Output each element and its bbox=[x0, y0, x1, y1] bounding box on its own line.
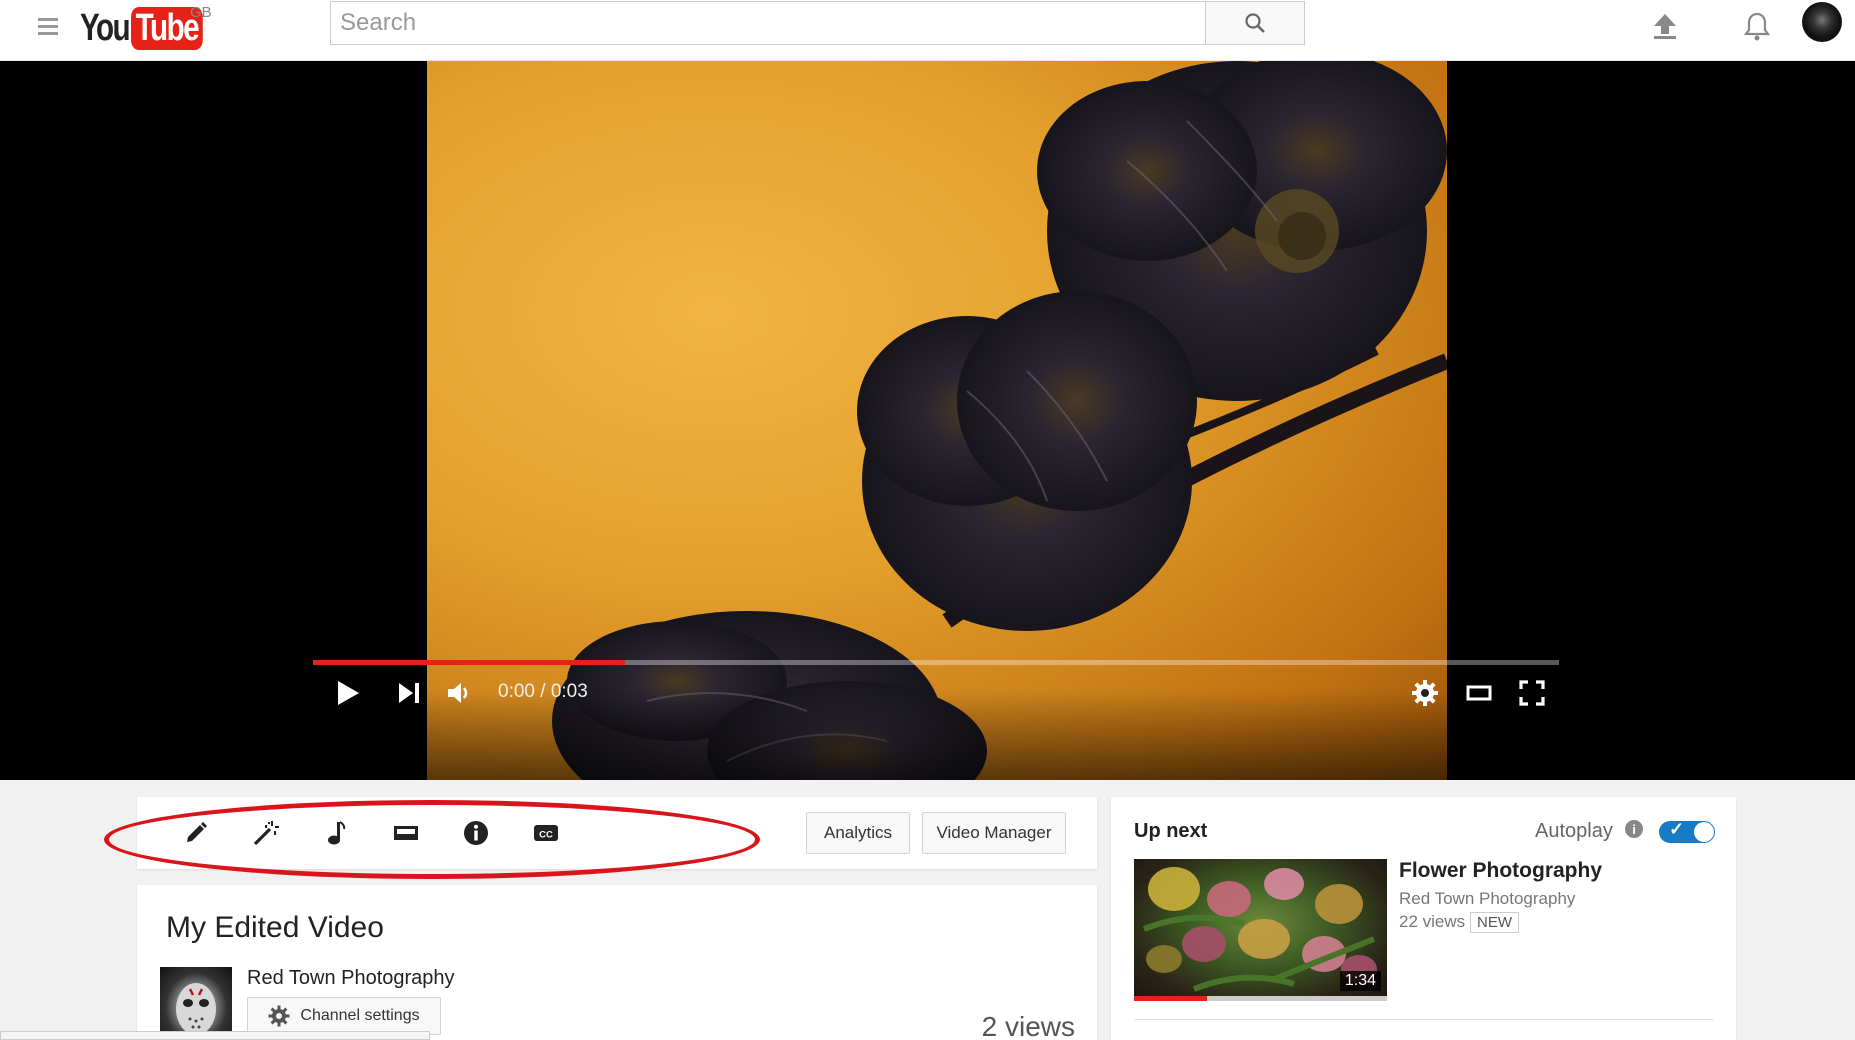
enhancements-icon bbox=[253, 821, 279, 846]
search-box bbox=[330, 1, 1206, 45]
logo-you-text: You bbox=[80, 6, 131, 49]
bell-icon bbox=[1744, 12, 1770, 41]
up-next-heading: Up next bbox=[1134, 820, 1208, 842]
flower-video-image bbox=[552, 61, 1447, 780]
hamburger-menu-icon[interactable] bbox=[34, 14, 62, 42]
hockey-mask-image bbox=[176, 983, 216, 1035]
divider bbox=[1134, 1019, 1714, 1020]
autoplay-info-icon[interactable]: i bbox=[1625, 820, 1643, 838]
video-duration-badge: 1:34 bbox=[1339, 971, 1381, 991]
progress-played bbox=[313, 660, 625, 665]
notifications-button[interactable] bbox=[1737, 6, 1777, 46]
controls-shade bbox=[0, 690, 1855, 780]
info-cards-button[interactable] bbox=[458, 815, 494, 851]
fullscreen-button[interactable] bbox=[1515, 675, 1549, 711]
next-video-title[interactable]: Flower Photography bbox=[1399, 859, 1602, 883]
channel-settings-button[interactable]: Channel settings bbox=[247, 997, 441, 1035]
channel-settings-label: Channel settings bbox=[300, 1007, 420, 1024]
next-button[interactable] bbox=[395, 675, 423, 711]
upload-icon bbox=[1654, 14, 1676, 39]
search-icon bbox=[1245, 13, 1265, 33]
next-icon bbox=[399, 683, 419, 703]
up-next-panel: Up next Autoplay i ✓ 1:34 Flower Photogr… bbox=[1111, 797, 1736, 1040]
svg-text:CC: CC bbox=[539, 830, 553, 841]
enhancements-button[interactable] bbox=[248, 815, 284, 851]
theater-mode-button[interactable] bbox=[1462, 675, 1496, 711]
youtube-logo[interactable]: You Tube GB bbox=[80, 4, 223, 52]
channel-name[interactable]: Red Town Photography bbox=[247, 967, 455, 990]
end-screen-icon bbox=[394, 826, 418, 840]
video-info-card: My Edited Video Red Town Photography Cha… bbox=[137, 885, 1097, 1040]
masthead: You Tube GB bbox=[0, 0, 1855, 61]
search-button[interactable] bbox=[1206, 1, 1305, 45]
video-frame[interactable] bbox=[427, 61, 1447, 780]
audio-icon bbox=[328, 821, 346, 845]
edit-video-button[interactable] bbox=[178, 815, 214, 851]
thumbnail-progress-played bbox=[1134, 996, 1208, 1001]
browser-status-bar bbox=[0, 1031, 430, 1040]
video-player[interactable] bbox=[0, 61, 1855, 780]
settings-button[interactable] bbox=[1408, 675, 1442, 711]
fullscreen-icon bbox=[1519, 680, 1545, 706]
settings-icon bbox=[1412, 680, 1438, 706]
subtitles-button[interactable]: CC bbox=[528, 815, 564, 851]
volume-icon bbox=[448, 683, 468, 703]
theater-mode-icon bbox=[1466, 685, 1492, 701]
next-video-thumbnail[interactable]: 1:34 bbox=[1134, 859, 1387, 1001]
region-label: GB bbox=[190, 4, 212, 21]
play-icon bbox=[338, 681, 359, 705]
autoplay-toggle[interactable]: ✓ bbox=[1659, 819, 1715, 843]
video-manager-button[interactable]: Video Manager bbox=[922, 812, 1066, 854]
channel-avatar[interactable] bbox=[160, 967, 232, 1040]
autoplay-label: Autoplay bbox=[1535, 820, 1613, 842]
gear-icon bbox=[268, 1005, 290, 1027]
checkmark-icon: ✓ bbox=[1669, 819, 1685, 839]
end-screen-button[interactable] bbox=[388, 815, 424, 851]
account-avatar[interactable] bbox=[1802, 2, 1842, 42]
next-video-channel: Red Town Photography bbox=[1399, 889, 1576, 908]
volume-button[interactable] bbox=[446, 675, 474, 711]
progress-bar[interactable] bbox=[313, 660, 1559, 665]
upload-button[interactable] bbox=[1645, 6, 1685, 46]
edit-icon bbox=[187, 822, 207, 842]
subtitles-icon: CC bbox=[534, 825, 558, 841]
new-badge: NEW bbox=[1470, 912, 1519, 933]
audio-button[interactable] bbox=[318, 815, 354, 851]
toggle-knob bbox=[1694, 822, 1714, 842]
search-input[interactable] bbox=[331, 2, 1205, 44]
video-title: My Edited Video bbox=[166, 911, 384, 944]
next-video-views: 22 views bbox=[1399, 912, 1466, 931]
info-cards-icon bbox=[464, 821, 488, 845]
view-count: 2 views bbox=[981, 1011, 1075, 1040]
analytics-button[interactable]: Analytics bbox=[806, 812, 910, 854]
time-display: 0:00 / 0:03 bbox=[498, 681, 588, 702]
play-button[interactable] bbox=[332, 675, 364, 711]
